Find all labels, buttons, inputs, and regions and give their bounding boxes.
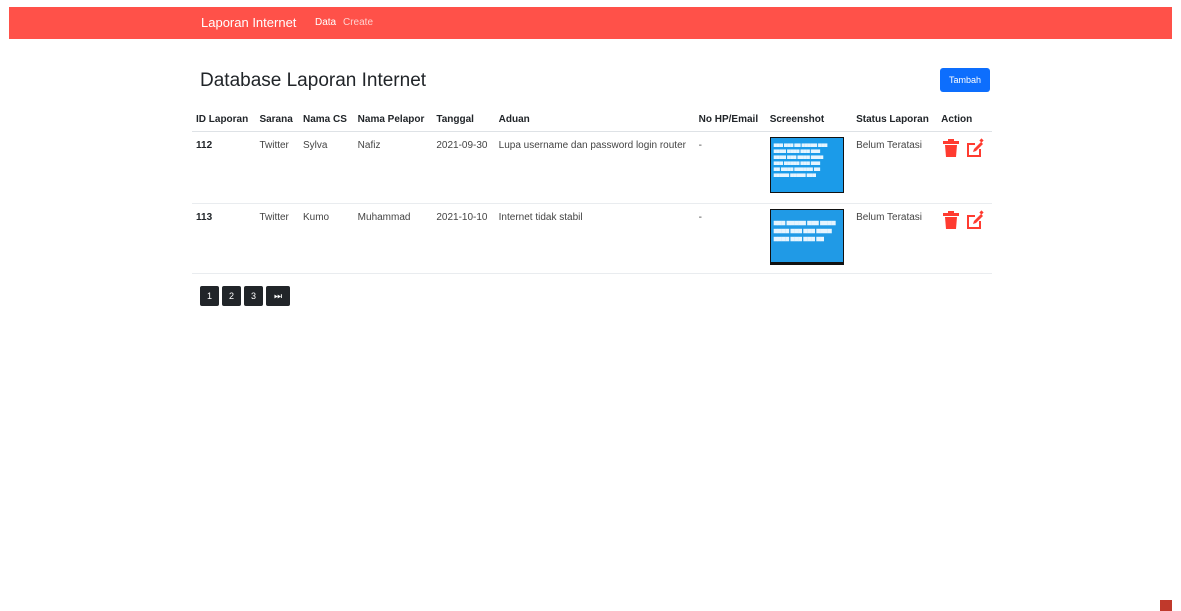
- table-header-row: ID Laporan Sarana Nama CS Nama Pelapor T…: [192, 108, 992, 132]
- navbar-brand[interactable]: Laporan Internet: [201, 15, 296, 30]
- cell-id: 113: [192, 203, 256, 274]
- cell-status: Belum Teratasi: [852, 131, 938, 204]
- pagination: 1 2 3 ⏭: [200, 286, 290, 306]
- page-button-3[interactable]: 3: [244, 286, 263, 306]
- cell-nama-cs: Kumo: [299, 203, 354, 274]
- add-button[interactable]: Tambah: [940, 68, 990, 92]
- cell-id: 112: [192, 131, 256, 204]
- edit-icon[interactable]: [965, 209, 985, 230]
- report-table: ID Laporan Sarana Nama CS Nama Pelapor T…: [192, 108, 992, 274]
- header-nama-cs: Nama CS: [299, 108, 354, 132]
- header-status: Status Laporan: [852, 108, 938, 132]
- cell-aduan: Lupa username dan password login router: [494, 131, 695, 204]
- header-tanggal: Tanggal: [432, 108, 495, 132]
- header-screenshot: Screenshot: [765, 108, 853, 132]
- header-kontak: No HP/Email: [694, 108, 766, 132]
- cell-kontak: -: [694, 203, 766, 274]
- header-nama-pelapor: Nama Pelapor: [353, 108, 433, 132]
- page-button-1[interactable]: 1: [200, 286, 219, 306]
- screenshot-thumbnail[interactable]: ▆▆▆ ▆▆▆ ▆▆ ▆▆▆▆▆ ▆▆▆ ▆▆▆▆ ▆▆▆▆ ▆▆▆ ▆▆▆ ▆▆▆…: [769, 136, 844, 193]
- cell-action: [937, 203, 992, 274]
- nav-link-data[interactable]: Data: [315, 17, 336, 28]
- cell-status: Belum Teratasi: [852, 203, 938, 274]
- header-action: Action: [937, 108, 992, 132]
- header-aduan: Aduan: [494, 108, 695, 132]
- cell-action: [937, 131, 992, 204]
- cell-sarana: Twitter: [255, 203, 299, 274]
- screenshot-thumbnail[interactable]: ▆▆▆ ▆▆▆▆▆ ▆▆▆ ▆▆▆▆ ▆▆▆▆ ▆▆▆ ▆▆▆ ▆▆▆▆ ▆▆▆▆ …: [769, 208, 844, 265]
- edit-icon[interactable]: [965, 137, 985, 158]
- cell-screenshot: ▆▆▆ ▆▆▆▆▆ ▆▆▆ ▆▆▆▆ ▆▆▆▆ ▆▆▆ ▆▆▆ ▆▆▆▆ ▆▆▆▆ …: [765, 203, 853, 274]
- trash-icon[interactable]: [941, 138, 961, 158]
- cell-screenshot: ▆▆▆ ▆▆▆ ▆▆ ▆▆▆▆▆ ▆▆▆ ▆▆▆▆ ▆▆▆▆ ▆▆▆ ▆▆▆ ▆▆▆…: [765, 131, 853, 204]
- cell-aduan: Internet tidak stabil: [494, 203, 695, 274]
- page-title: Database Laporan Internet: [200, 70, 427, 91]
- skip-last-icon[interactable]: ⏭: [266, 286, 290, 306]
- cell-kontak: -: [694, 131, 766, 204]
- cell-nama-cs: Sylva: [299, 131, 354, 204]
- cell-tanggal: 2021-09-30: [432, 131, 495, 204]
- table-row: 112 Twitter Sylva Nafiz 2021-09-30 Lupa …: [192, 131, 992, 204]
- screenshot-text-lines: ▆▆▆ ▆▆▆ ▆▆ ▆▆▆▆▆ ▆▆▆ ▆▆▆▆ ▆▆▆▆ ▆▆▆ ▆▆▆ ▆▆▆…: [773, 141, 828, 177]
- header-sarana: Sarana: [255, 108, 299, 132]
- screenshot-text-lines: ▆▆▆ ▆▆▆▆▆ ▆▆▆ ▆▆▆▆ ▆▆▆▆ ▆▆▆ ▆▆▆ ▆▆▆▆ ▆▆▆▆ …: [773, 219, 836, 242]
- header-id: ID Laporan: [192, 108, 256, 132]
- corner-app-icon[interactable]: [1160, 600, 1172, 611]
- cell-sarana: Twitter: [255, 131, 299, 204]
- cell-tanggal: 2021-10-10: [432, 203, 495, 274]
- navbar: Laporan Internet Data Create: [9, 7, 1172, 39]
- table-row: 113 Twitter Kumo Muhammad 2021-10-10 Int…: [192, 203, 992, 274]
- nav-link-create[interactable]: Create: [343, 17, 373, 28]
- top-margin: [0, 0, 1181, 7]
- trash-icon[interactable]: [941, 210, 961, 230]
- page-button-2[interactable]: 2: [222, 286, 241, 306]
- cell-nama-pelapor: Nafiz: [353, 131, 433, 204]
- cell-nama-pelapor: Muhammad: [353, 203, 433, 274]
